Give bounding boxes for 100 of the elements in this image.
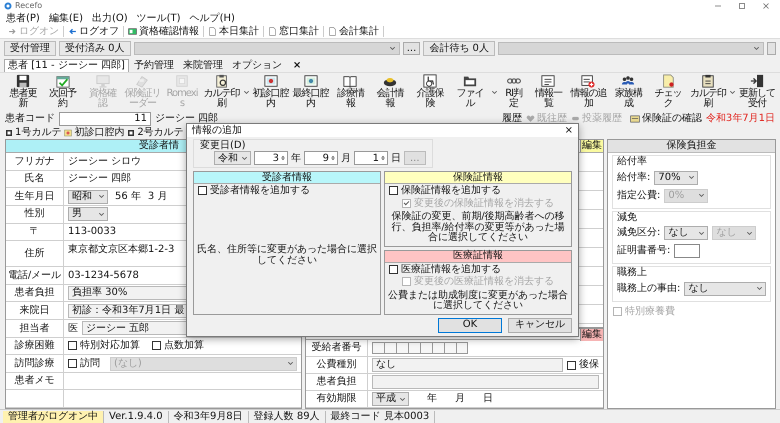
field-label: 担当者 <box>6 320 64 337</box>
field-value: 3 月 <box>148 190 168 202</box>
note-icon <box>127 128 136 136</box>
card-reader-icon <box>135 74 150 88</box>
toolbar-button[interactable]: 情報の追加 <box>569 74 608 109</box>
dialog-button[interactable]: キャンセル <box>508 318 572 332</box>
spinner-icon <box>380 153 386 163</box>
spinner-icon <box>280 153 286 163</box>
toolbar-button[interactable]: 最終口腔内 <box>292 74 330 109</box>
field-label: 診療困難 <box>6 338 64 354</box>
hint-text: 氏名、住所等に変更があった場合に選択してください <box>196 242 378 268</box>
exit-door-icon <box>750 74 764 88</box>
toolbar-button[interactable]: カルテ印刷 <box>202 74 240 109</box>
more-button[interactable]: ... <box>402 42 420 55</box>
toolbar-button[interactable]: 初診口腔内 <box>252 74 290 109</box>
toolbar-button[interactable]: チェック <box>649 74 687 109</box>
toolbar-button[interactable]: 家族構成 <box>609 74 648 109</box>
checkbox[interactable] <box>198 186 207 196</box>
chart-tab[interactable]: 1号カルテ <box>5 126 62 138</box>
toolbar-button[interactable]: 会計情報 <box>371 74 410 109</box>
field-label: 給付率: <box>617 172 650 184</box>
status-item: 令和3年9月8日 <box>168 410 249 422</box>
toolbar-button[interactable]: 資格確認情報 <box>124 26 204 38</box>
tab[interactable]: オプション <box>228 59 286 72</box>
input-field[interactable] <box>674 244 700 258</box>
menu-item[interactable]: 患者(P) <box>6 12 40 24</box>
toolbar-button[interactable]: 患者更新 <box>4 74 42 109</box>
toolbar-button[interactable]: ファイル <box>450 74 489 109</box>
dialog-button[interactable]: OK <box>438 318 502 332</box>
toolbar-button[interactable]: RI判定 <box>500 74 528 109</box>
field-value: 東京都文京区本郷1-2-3 <box>68 244 174 256</box>
number-field[interactable]: 1 <box>354 151 388 165</box>
menu-item[interactable]: 出力(O) <box>92 12 128 24</box>
caret-icon <box>287 360 294 367</box>
dropdown[interactable]: 昭和 <box>68 190 108 204</box>
close-button[interactable]: × <box>564 124 573 136</box>
dropdown[interactable]: なし <box>684 282 766 296</box>
code-field[interactable]: 11 <box>59 112 151 126</box>
checkbox[interactable] <box>152 341 161 350</box>
tab[interactable]: 来院管理 <box>178 59 227 72</box>
unit-label: 月 <box>341 152 351 164</box>
toolbar-button[interactable]: 会計集計 <box>324 26 384 38</box>
close-button[interactable] <box>762 2 770 10</box>
section-tab[interactable]: 受付管理 <box>4 41 56 56</box>
app-window-icon <box>174 74 189 88</box>
side-button[interactable] <box>767 42 776 55</box>
number-field[interactable] <box>372 342 468 354</box>
edit-button[interactable]: 編集 <box>580 329 603 341</box>
insurance-check-link[interactable]: 保険証の確認 <box>630 112 702 124</box>
checkbox[interactable] <box>389 186 398 196</box>
field-label: 指定公費: <box>617 190 660 202</box>
chart-tab[interactable]: 2号カルテ <box>127 126 184 138</box>
menu-item[interactable]: ヘルプ(H) <box>190 12 235 24</box>
heart-icon <box>526 114 535 123</box>
dropdown[interactable]: 70% <box>654 170 698 184</box>
number-field[interactable]: 9 <box>304 151 338 165</box>
toolbar-button[interactable]: 更新して受付 <box>738 74 776 109</box>
toolbar-button[interactable]: 次回予約 <box>44 74 82 109</box>
field-label: 電話/メール <box>6 267 64 284</box>
patient-name: ジーシー 四郎 <box>155 112 218 124</box>
history-link[interactable]: 履歴 <box>502 112 522 124</box>
field-value: ジーシー 四郎 <box>68 173 132 185</box>
maximize-button[interactable] <box>738 2 746 10</box>
edit-button[interactable]: 編集 <box>580 140 603 152</box>
menu-item[interactable]: ツール(T) <box>136 12 181 24</box>
arrow-icon <box>68 27 77 36</box>
dropdown[interactable]: 男 <box>68 207 108 222</box>
number-field[interactable]: 3 <box>254 151 288 165</box>
field-label: フリガナ <box>6 153 64 170</box>
dropdown[interactable]: なし <box>664 226 708 240</box>
toolbar-button[interactable]: 情報一覧 <box>530 74 568 109</box>
checkbox[interactable] <box>389 264 398 274</box>
toolbar-button[interactable]: 介護保険 <box>411 74 449 109</box>
toolbar-button[interactable]: カルテ印刷 <box>688 74 727 109</box>
field-label: 患者メモ <box>6 372 64 390</box>
checkbox-label: 変更後の保険証情報を消去する <box>414 198 554 209</box>
checkbox[interactable] <box>68 341 77 350</box>
card-icon <box>630 114 640 124</box>
field-label: 氏名 <box>6 170 64 188</box>
unit-label: 年 <box>291 152 301 164</box>
toolbar-button[interactable]: ログオフ <box>64 26 124 38</box>
toolbar-button[interactable]: 窓口集計 <box>264 26 324 38</box>
dropdown[interactable]: 令和 <box>214 151 251 165</box>
toolbar-button[interactable]: 本日集計 <box>204 26 264 38</box>
dropdown[interactable]: 平成 <box>372 392 409 406</box>
checkbox[interactable] <box>567 360 576 370</box>
text-field[interactable] <box>372 375 599 389</box>
checkbox-label: 後保 <box>579 359 599 371</box>
chart-tab[interactable]: 初診口腔内 <box>64 126 124 138</box>
toolbar-button[interactable]: 診療情報 <box>332 74 370 109</box>
monitor-icon <box>96 74 110 88</box>
tab[interactable]: 患者 [11 - ジーシー 四郎] <box>4 59 129 72</box>
visit-date: 令和3年7月1日 <box>706 112 775 124</box>
tab[interactable]: 予約管理 <box>130 59 178 72</box>
text-field[interactable]: なし <box>372 358 563 372</box>
status-label: 会計待ち 0人 <box>423 41 495 56</box>
field-label: 証明書番号: <box>617 245 670 257</box>
checkbox-label: 特別療養費 <box>625 306 675 317</box>
close-tab-button[interactable]: × <box>292 59 302 72</box>
menu-item[interactable]: 編集(E) <box>48 12 83 24</box>
